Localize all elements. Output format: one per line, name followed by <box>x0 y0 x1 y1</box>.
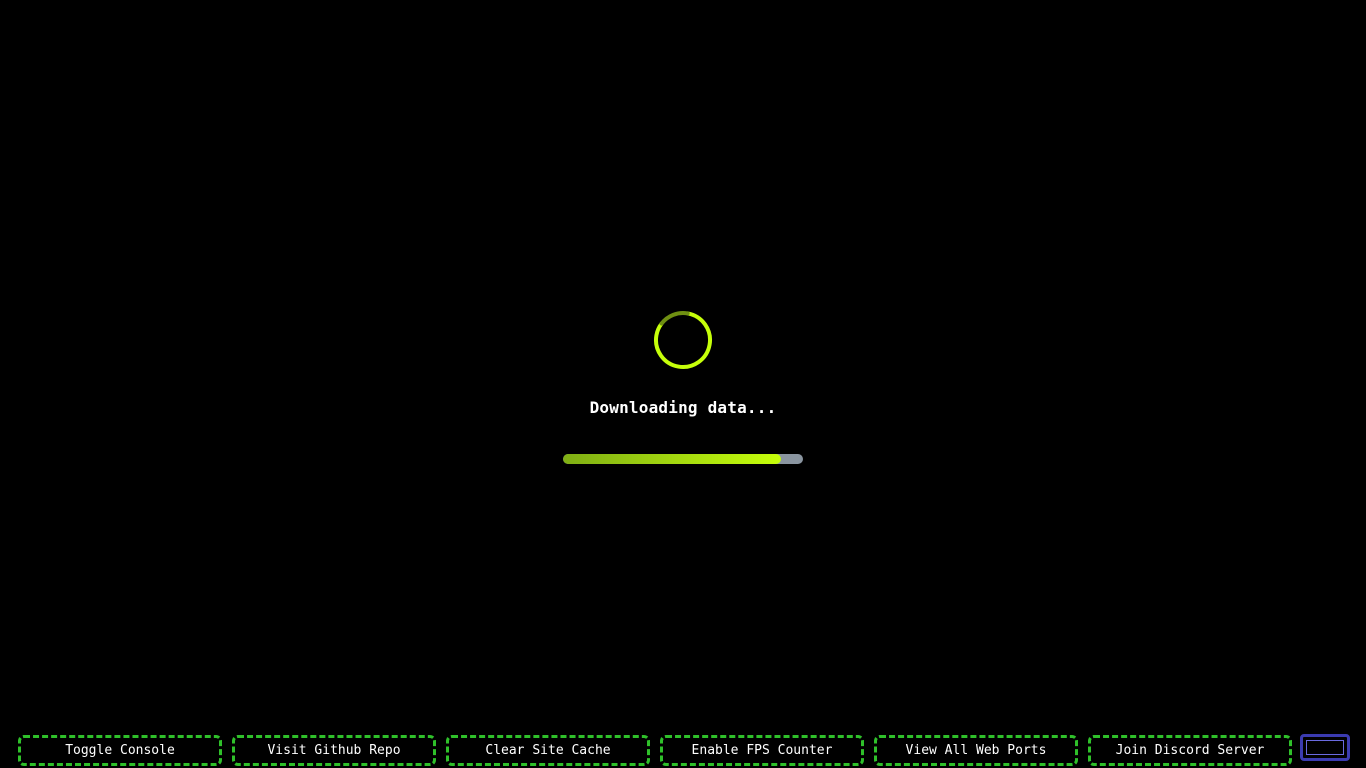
loading-status-text: Downloading data... <box>589 398 777 417</box>
view-all-web-ports-button[interactable]: View All Web Ports <box>874 735 1078 766</box>
bottom-toolbar: Toggle Console Visit Github Repo Clear S… <box>18 735 1292 766</box>
download-progress-bar <box>563 454 803 464</box>
join-discord-server-button[interactable]: Join Discord Server <box>1088 735 1292 766</box>
loading-screen: Downloading data... Toggle Console Visit… <box>0 0 1366 768</box>
toggle-console-button[interactable]: Toggle Console <box>18 735 222 766</box>
blank-toolbar-button-inner <box>1306 740 1344 755</box>
enable-fps-counter-button[interactable]: Enable FPS Counter <box>660 735 864 766</box>
download-progress-fill <box>563 454 782 464</box>
loading-spinner-icon <box>654 311 712 369</box>
clear-site-cache-button[interactable]: Clear Site Cache <box>446 735 650 766</box>
blank-toolbar-button[interactable] <box>1300 734 1350 761</box>
visit-github-repo-button[interactable]: Visit Github Repo <box>232 735 436 766</box>
